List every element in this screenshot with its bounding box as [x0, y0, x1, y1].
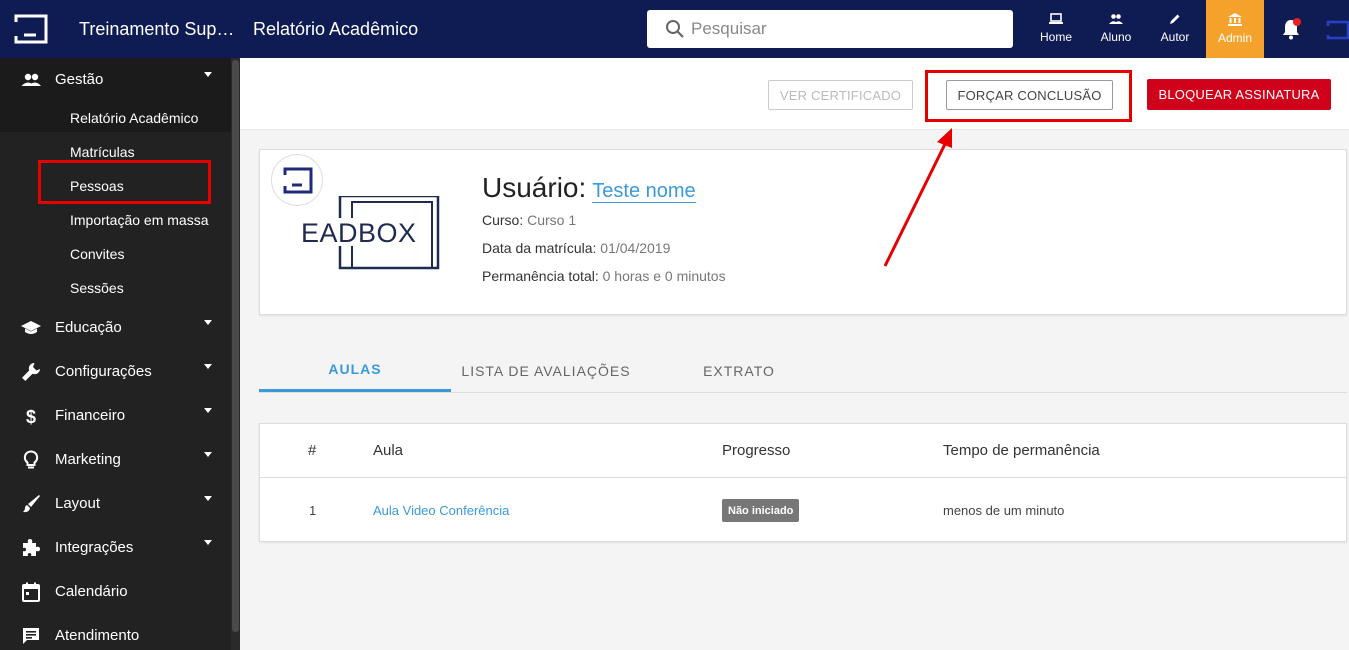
- sidebar-group-calendario[interactable]: Calendário: [0, 570, 231, 614]
- sidebar-group-atendimento[interactable]: Atendimento: [0, 614, 231, 650]
- nav-autor-label: Autor: [1160, 30, 1190, 44]
- laptop-icon: [1049, 13, 1063, 24]
- tab-lista-avaliacoes[interactable]: LISTA DE AVALIAÇÕES: [451, 349, 641, 392]
- sidebar-group-label: Layout: [55, 495, 101, 512]
- eadbox-logo-icon[interactable]: [14, 14, 50, 44]
- dollar-icon: $: [26, 407, 36, 426]
- sidebar-group-label: Configurações: [55, 363, 152, 380]
- caret-down-icon: [204, 496, 212, 501]
- sidebar-group-label: Integrações: [55, 539, 134, 556]
- actions-bar: VER CERTIFICADO FORÇAR CONCLUSÃO BLOQUEA…: [240, 58, 1349, 130]
- people-icon: [21, 73, 41, 86]
- status-badge: Não iniciado: [722, 499, 800, 522]
- search-input[interactable]: [691, 19, 991, 39]
- sidebar-group-label: Educação: [55, 319, 122, 336]
- notification-dot: [1293, 18, 1301, 26]
- sidebar-group-label: Marketing: [55, 451, 121, 468]
- course-label: Curso:: [482, 212, 524, 228]
- chat-icon: [23, 628, 39, 644]
- sidebar-item-sessoes[interactable]: Sessões: [70, 280, 124, 296]
- page-title: Relatório Acadêmico: [253, 19, 419, 39]
- brand-text: EADBOX: [301, 218, 417, 248]
- wrench-icon: [22, 363, 40, 381]
- caret-down-icon: [204, 408, 212, 413]
- nav-home-label: Home: [1039, 30, 1072, 44]
- total-time-info: Permanência total: 0 horas e 0 minutos: [482, 268, 726, 284]
- account-logo-icon[interactable]: [1326, 20, 1349, 40]
- search-box[interactable]: [647, 10, 1013, 48]
- sidebar-group-integracoes[interactable]: Integrações: [0, 526, 231, 570]
- user-label: Usuário:: [482, 172, 587, 203]
- nav-admin[interactable]: Admin: [1206, 0, 1264, 58]
- calendar-icon: [22, 582, 40, 602]
- puzzle-icon: [23, 539, 40, 556]
- sidebar-group-educacao[interactable]: Educação: [0, 306, 231, 350]
- caret-down-icon: [204, 320, 212, 325]
- block-subscription-button[interactable]: BLOQUEAR ASSINATURA: [1147, 79, 1331, 110]
- caret-down-icon: [204, 452, 212, 457]
- total-time-value: 0 horas e 0 minutos: [602, 268, 726, 284]
- table-cell-time: menos de um minuto: [943, 503, 1065, 518]
- app-title[interactable]: Treinamento Suporte: [79, 19, 244, 40]
- sidebar: Gestão Relatório Acadêmico Matrículas Pe…: [0, 58, 240, 650]
- nav-autor[interactable]: Autor: [1146, 0, 1204, 58]
- table-header-divider: [260, 477, 1346, 478]
- caret-down-icon: [204, 72, 212, 77]
- view-certificate-button[interactable]: VER CERTIFICADO: [768, 80, 913, 110]
- tab-extrato[interactable]: EXTRATO: [641, 349, 837, 392]
- enrollment-value: 01/04/2019: [600, 240, 671, 256]
- total-time-label: Permanência total:: [482, 268, 599, 284]
- tabs: AULAS LISTA DE AVALIAÇÕES EXTRATO: [259, 349, 1347, 393]
- column-header-number: #: [308, 442, 317, 459]
- column-header-lesson: Aula: [373, 442, 404, 459]
- enrollment-label: Data da matrícula:: [482, 240, 597, 256]
- sidebar-group-marketing[interactable]: Marketing: [0, 438, 231, 482]
- column-header-progress: Progresso: [722, 442, 791, 459]
- course-info: Curso: Curso 1: [482, 212, 576, 228]
- tab-aulas[interactable]: AULAS: [259, 349, 451, 392]
- sidebar-item-importacao[interactable]: Importação em massa: [70, 212, 209, 228]
- sidebar-group-financeiro[interactable]: $ Financeiro: [0, 394, 231, 438]
- user-heading: Usuário: Teste nome: [482, 172, 696, 204]
- nav-admin-label: Admin: [1217, 31, 1252, 45]
- table-cell-lesson-link[interactable]: Aula Video Conferência: [373, 503, 509, 518]
- sidebar-group-configuracoes[interactable]: Configurações: [0, 350, 231, 394]
- pencil-icon: [1170, 14, 1180, 24]
- sidebar-group-gestao[interactable]: Gestão: [0, 58, 231, 102]
- sidebar-item-convites[interactable]: Convites: [70, 246, 124, 262]
- caret-down-icon: [204, 364, 212, 369]
- sidebar-group-label: Calendário: [55, 583, 128, 600]
- top-bar: Treinamento Suporte Relatório Acadêmico …: [0, 0, 1349, 58]
- column-header-time: Tempo de permanência: [943, 442, 1100, 459]
- nav-aluno-label: Aluno: [1100, 30, 1132, 44]
- brush-icon: [23, 495, 40, 513]
- highlight-box-force-completion: [925, 70, 1132, 122]
- sidebar-group-label: Gestão: [55, 71, 104, 88]
- sidebar-group-label: Financeiro: [55, 407, 126, 424]
- sidebar-scrollbar-thumb[interactable]: [232, 60, 239, 632]
- bank-icon: [1228, 13, 1242, 26]
- nav-home[interactable]: Home: [1027, 0, 1085, 58]
- enrollment-info: Data da matrícula: 01/04/2019: [482, 240, 670, 256]
- user-card: EADBOX Usuário: Teste nome Curso: Curso 1…: [259, 149, 1347, 315]
- sidebar-group-label: Atendimento: [55, 627, 140, 644]
- sidebar-group-layout[interactable]: Layout: [0, 482, 231, 526]
- svg-text:$: $: [26, 407, 36, 426]
- people-icon: [1109, 14, 1123, 24]
- caret-down-icon: [204, 540, 212, 545]
- sidebar-item-matriculas[interactable]: Matrículas: [70, 144, 135, 160]
- lightbulb-icon: [23, 450, 39, 469]
- course-value: Curso 1: [527, 212, 577, 228]
- sidebar-item-relatorio-academico[interactable]: Relatório Acadêmico: [70, 110, 198, 126]
- eadbox-brand-logo: EADBOX: [300, 196, 440, 270]
- lessons-table: # Aula Progresso Tempo de permanência 1 …: [259, 423, 1347, 542]
- user-name-link[interactable]: Teste nome: [592, 180, 696, 203]
- highlight-box-pessoas: [38, 160, 211, 204]
- table-cell-number: 1: [309, 503, 317, 518]
- search-icon: [666, 20, 684, 38]
- graduation-cap-icon: [21, 321, 41, 334]
- nav-aluno[interactable]: Aluno: [1087, 0, 1145, 58]
